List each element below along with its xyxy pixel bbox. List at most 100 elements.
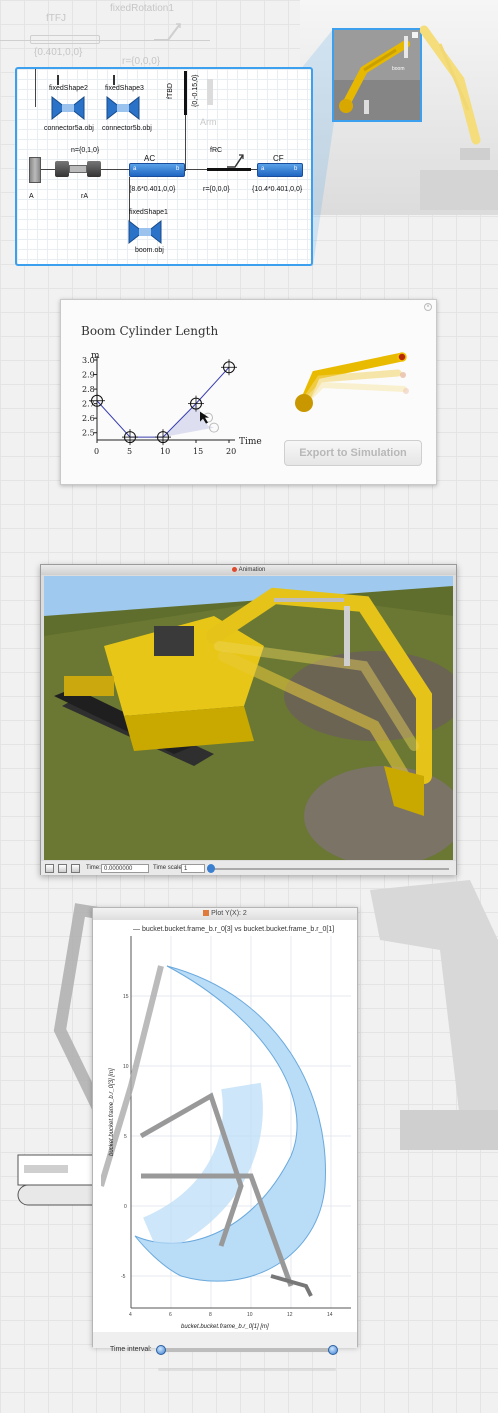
boom-preview: [295, 352, 409, 412]
export-to-simulation-button[interactable]: Export to Simulation: [284, 440, 422, 466]
boom-obj-label: boom.obj: [135, 247, 164, 254]
ac-vec-label: {8.6*0.401,0,0}: [129, 186, 176, 193]
slider-reflection: [158, 1368, 336, 1371]
ftfj-label: fTFJ: [46, 13, 66, 24]
ytick-15: 15: [123, 994, 129, 1000]
xtick-14: 14: [327, 1312, 333, 1318]
ac-port-b: b: [176, 166, 180, 172]
time-field[interactable]: 0.0000000: [101, 864, 149, 873]
frc-rotation-icon: [227, 154, 244, 168]
ftbd-label: fTBD: [167, 83, 174, 99]
x-tick-label: 20: [226, 447, 236, 456]
trajectory-plot[interactable]: 15 10 5 0 -5 4 6 8 10 12 14 bucket.bucke…: [101, 936, 351, 1332]
cf-label: CF: [273, 154, 284, 163]
wire: [35, 69, 36, 107]
x-tick-label: 10: [160, 447, 170, 456]
fixed-shape1-icon[interactable]: [127, 219, 163, 245]
pause-button[interactable]: [58, 864, 67, 873]
a-label: A: [29, 193, 34, 200]
plot-window[interactable]: Plot Y(X): 2 — bucket.bucket.frame_b.r_0…: [92, 907, 358, 1348]
fixed-rotation-label: fixedRotation1: [110, 3, 174, 14]
ytick-neg5: -5: [121, 1274, 126, 1280]
faded-vec-label: {0.401,0,0}: [34, 47, 83, 58]
ac-label: AC: [144, 154, 156, 163]
graph-dialog[interactable]: × Boom Cylinder Length m Time 2.5 2.6 2.7 2.8…: [60, 299, 437, 485]
cylinder-length-chart[interactable]: mTime2.52.62.72.82.93.00 5 10 15 20: [81, 352, 271, 462]
r-zero-label: r={0,0,0}: [203, 186, 230, 193]
arm-faded-block: [207, 79, 213, 105]
fixed-shape1-label: fixedShape1: [129, 209, 168, 216]
time-interval-end-knob[interactable]: [328, 1345, 338, 1355]
plot-y-axis-label: bucket.bucket.frame_b.r_0[3] [m]: [109, 1068, 115, 1156]
y-tick-label: 3.0: [82, 356, 95, 365]
wire: [113, 75, 115, 85]
ftbd-vec-label: {0,-0.15,0}: [192, 74, 199, 107]
cf-port-a: a: [261, 166, 265, 172]
animation-controls: Time: 0.0000000 Time scale: 1: [41, 861, 456, 875]
ac-port-a: a: [133, 166, 137, 172]
x-axis-label: Time: [239, 437, 262, 447]
rotation-frame-icon: [154, 23, 181, 41]
time-interval-label: Time interval:: [110, 1346, 152, 1353]
y-tick-label: 2.9: [82, 371, 95, 380]
cf-vec-label: {10.4*0.401,0,0}: [252, 186, 303, 193]
faded-arm-render: [420, 25, 498, 210]
connector-a-label: connector5a.obj: [44, 125, 94, 132]
ra-label: rA: [81, 193, 88, 200]
y-tick-label: 2.5: [82, 429, 95, 438]
ytick-10: 10: [123, 1064, 129, 1070]
connector-b-label: connector5b.obj: [102, 125, 152, 132]
cf-port-b: b: [294, 166, 298, 172]
fixed-shape2-label: fixedShape2: [49, 85, 88, 92]
boom-thumbnail-render: [334, 30, 420, 120]
plot-legend: — bucket.bucket.frame_b.r_0[3] vs bucket…: [133, 926, 335, 933]
time-label: Time:: [86, 865, 101, 871]
animation-slider-knob[interactable]: [207, 864, 215, 873]
x-tick-label: 5: [127, 447, 132, 456]
fixed-shape2-icon[interactable]: [50, 95, 86, 121]
fixed-shape3-label: fixedShape3: [105, 85, 144, 92]
ac-block[interactable]: a b: [129, 163, 185, 177]
excavator-scene: [44, 576, 453, 860]
time-interval-start-knob[interactable]: [156, 1345, 166, 1355]
revolute-left[interactable]: [55, 161, 69, 177]
animation-window[interactable]: Animation Time: 0.0000000 Time scale: 1: [40, 564, 457, 875]
play-button[interactable]: [45, 864, 54, 873]
diagram-panel[interactable]: fixedShape2 fixedShape3 connector5a.obj …: [15, 67, 313, 266]
close-icon[interactable]: ×: [424, 303, 432, 311]
y-tick-label: 2.6: [82, 414, 95, 423]
a-fixed-block[interactable]: [29, 157, 41, 183]
stop-button[interactable]: [71, 864, 80, 873]
time-interval-slider[interactable]: [156, 1345, 338, 1355]
frc-bar[interactable]: [207, 168, 251, 171]
time-scale-field[interactable]: 1: [181, 864, 205, 873]
graph-title: Boom Cylinder Length: [81, 324, 219, 338]
revolute-right[interactable]: [87, 161, 101, 177]
animation-titlebar: Animation: [41, 565, 456, 575]
ftbd-bar[interactable]: [184, 71, 187, 115]
ytick-0: 0: [124, 1204, 127, 1210]
animation-viewport[interactable]: [44, 576, 453, 860]
fixed-shape3-icon[interactable]: [105, 95, 141, 121]
plot-x-axis-label: bucket.bucket.frame_b.r_0[1] [m]: [181, 1324, 269, 1330]
close-dot-icon[interactable]: [231, 566, 237, 572]
plot-legend-text: bucket.bucket.frame_b.r_0[3] vs bucket.b…: [141, 926, 335, 933]
animation-slider-track[interactable]: [207, 868, 449, 870]
faded-block: [30, 35, 100, 44]
ytick-5: 5: [124, 1134, 127, 1140]
plot-titlebar: Plot Y(X): 2: [93, 908, 357, 920]
x-tick-label: 15: [193, 447, 203, 456]
boom-thumbnail[interactable]: boom: [332, 28, 422, 122]
xtick-4: 4: [129, 1312, 132, 1318]
xtick-8: 8: [209, 1312, 212, 1318]
plot-title: Plot Y(X): 2: [211, 910, 247, 917]
arm-label: Arm: [200, 117, 217, 127]
time-scale-label: Time scale:: [153, 865, 184, 871]
animation-title: Animation: [238, 567, 266, 573]
thumbnail-boom-label: boom: [392, 66, 405, 72]
revolute-axis: [69, 165, 87, 173]
plot-window-icon: [203, 910, 210, 917]
cf-block[interactable]: a b: [257, 163, 303, 177]
y-tick-label: 2.8: [82, 385, 95, 394]
frc-label: fRC: [210, 147, 223, 154]
